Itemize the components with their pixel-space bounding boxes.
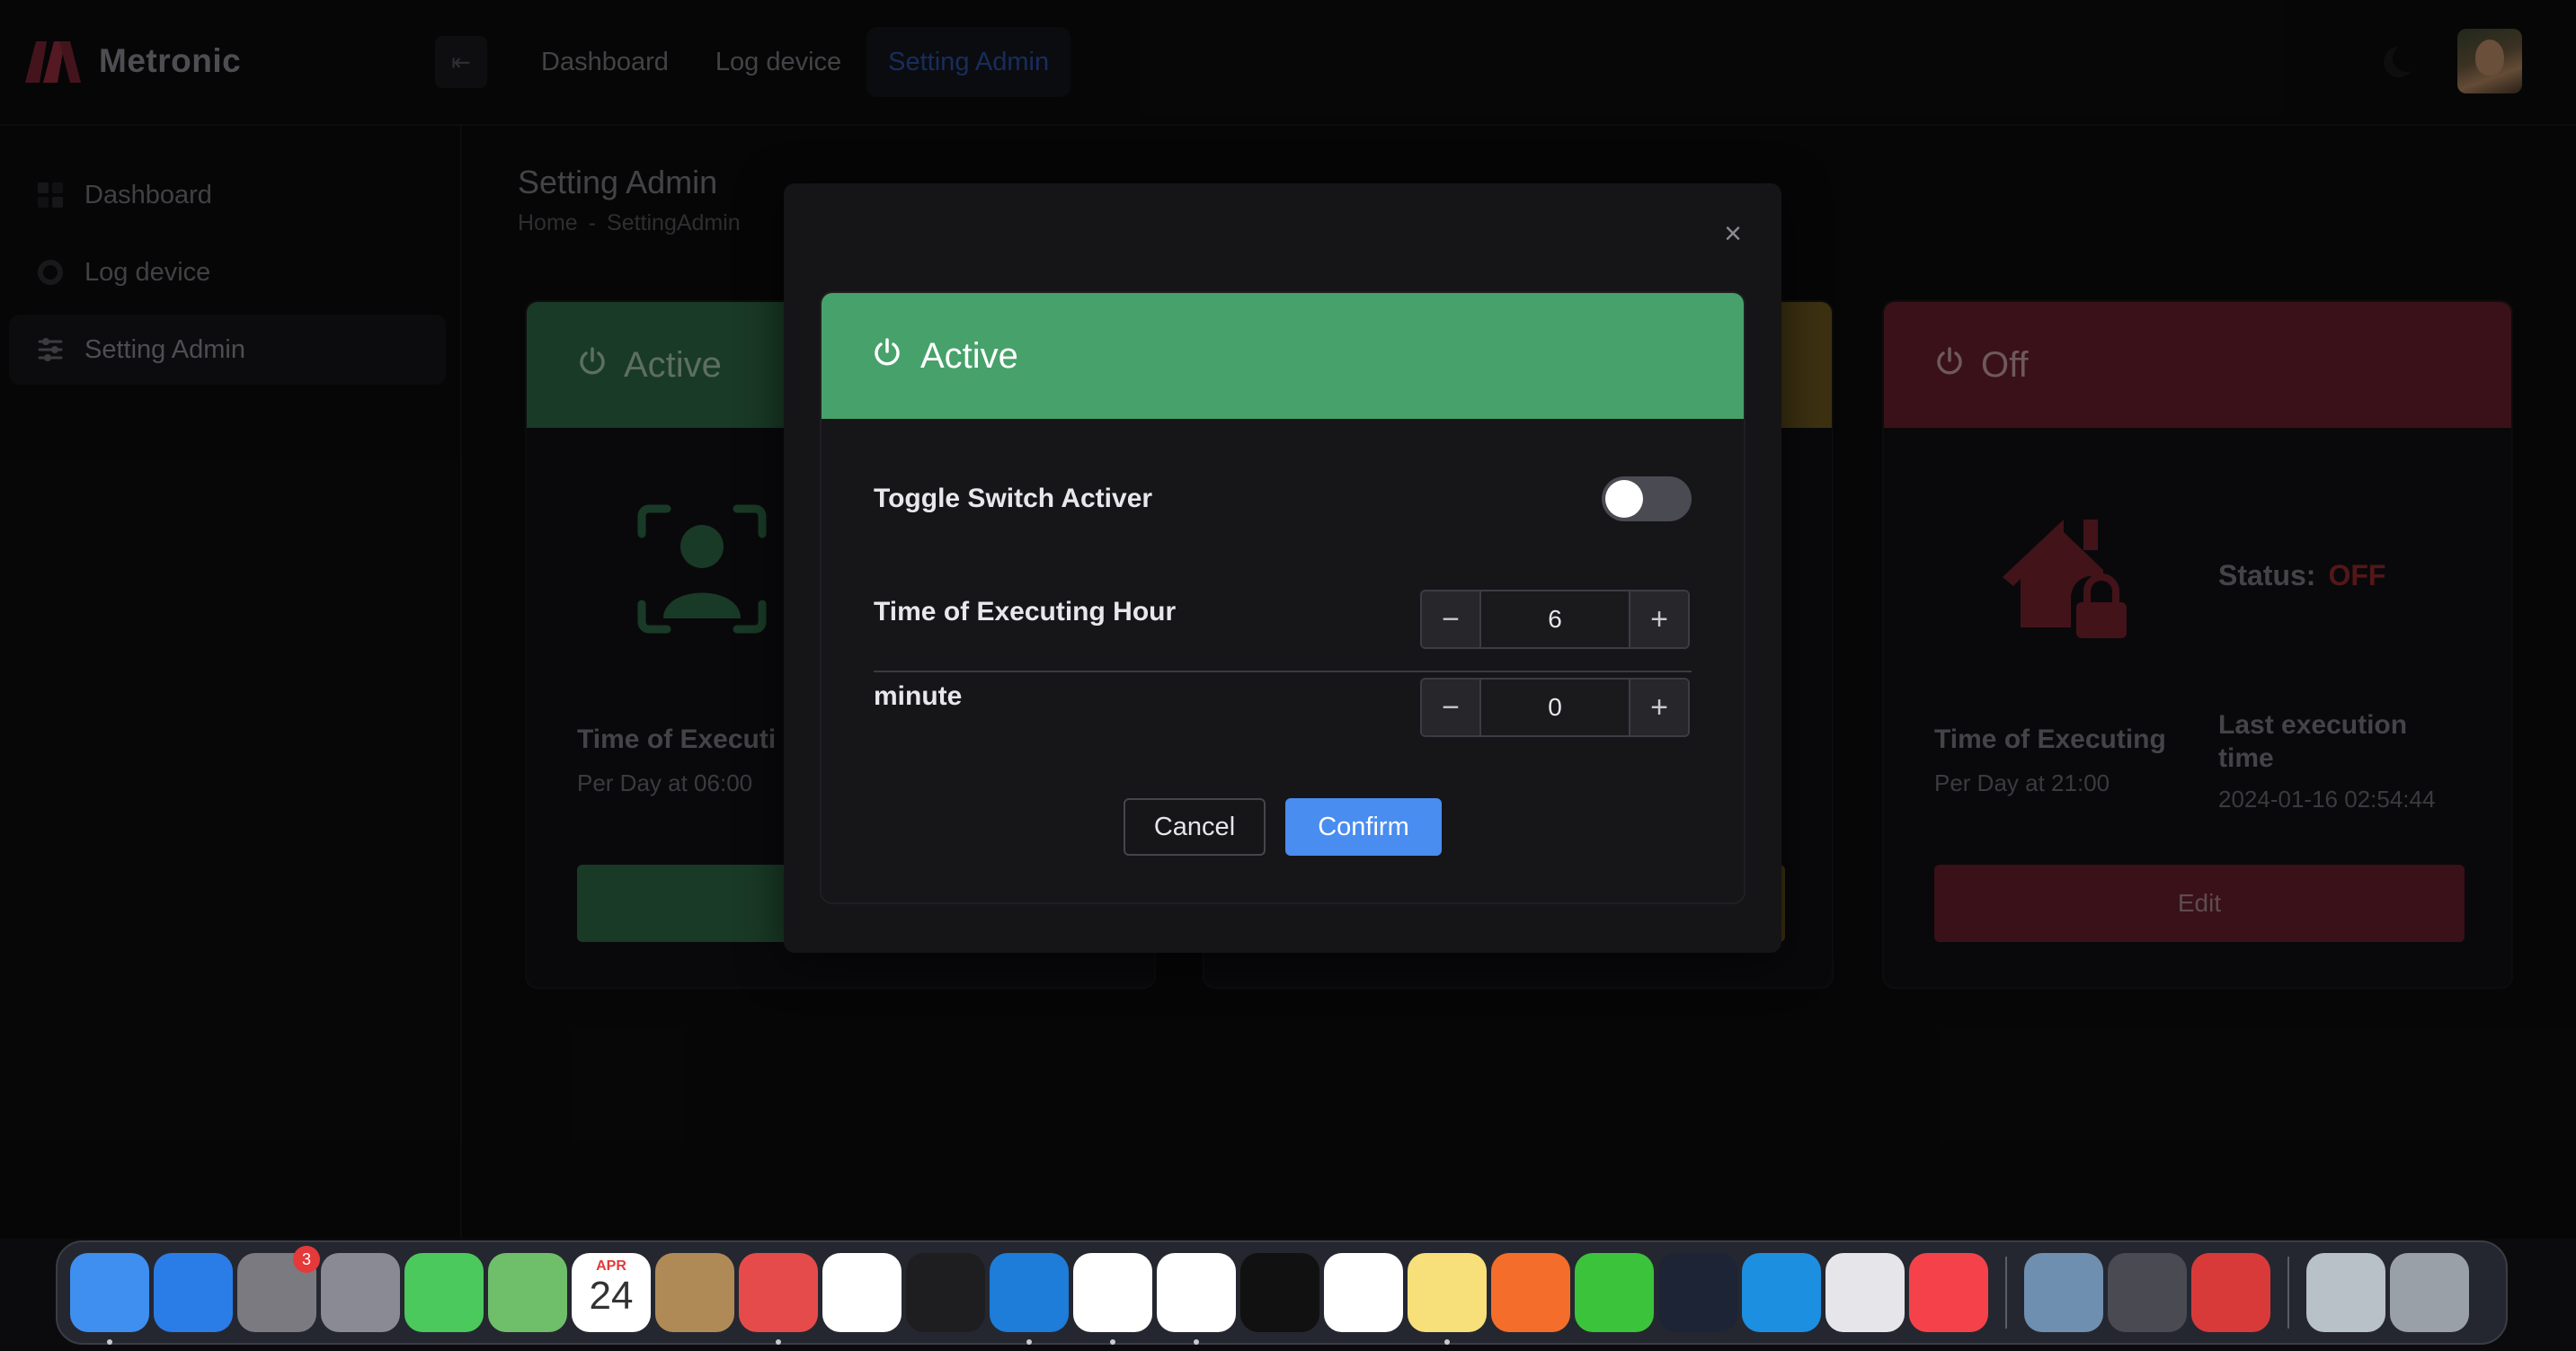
running-indicator bbox=[1110, 1339, 1115, 1345]
hour-increment-button[interactable]: + bbox=[1630, 591, 1688, 647]
xcode-instruments-icon[interactable] bbox=[1324, 1253, 1403, 1332]
mail-icon[interactable] bbox=[739, 1253, 818, 1345]
downloads-stack-icon[interactable] bbox=[2306, 1253, 2385, 1332]
docker-icon[interactable] bbox=[1742, 1253, 1821, 1332]
trash-icon[interactable] bbox=[2390, 1253, 2469, 1332]
postman-icon[interactable] bbox=[1491, 1253, 1570, 1332]
running-indicator bbox=[1444, 1339, 1450, 1345]
toggle-label: Toggle Switch Activer bbox=[874, 484, 1153, 513]
dock-separator bbox=[2287, 1257, 2289, 1329]
hour-stepper: − 6 + bbox=[1420, 590, 1690, 649]
photo-booth-icon[interactable] bbox=[2191, 1253, 2270, 1332]
running-indicator bbox=[776, 1339, 781, 1345]
mongodb-compass-icon[interactable] bbox=[822, 1253, 902, 1332]
contacts-icon[interactable] bbox=[655, 1253, 734, 1332]
divider bbox=[874, 671, 1692, 672]
close-icon[interactable]: × bbox=[1715, 216, 1751, 252]
dock-separator bbox=[2005, 1257, 2007, 1329]
minute-label: minute bbox=[874, 681, 963, 711]
running-indicator bbox=[1194, 1339, 1199, 1345]
messages-icon[interactable] bbox=[404, 1253, 484, 1332]
calendar-month: APR bbox=[596, 1258, 626, 1274]
cancel-button[interactable]: Cancel bbox=[1124, 798, 1266, 856]
powershell-icon[interactable] bbox=[1658, 1253, 1737, 1332]
modal-status-title: Active bbox=[920, 335, 1018, 376]
hour-input[interactable]: 6 bbox=[1479, 591, 1630, 647]
app-window: Metronic ⇤ Dashboard Log device Setting … bbox=[0, 0, 2576, 1239]
notification-badge: 3 bbox=[293, 1246, 320, 1273]
macos-dock: 3 APR 24 bbox=[56, 1240, 2508, 1345]
line-icon[interactable] bbox=[1575, 1253, 1654, 1332]
vscode-icon[interactable] bbox=[1157, 1253, 1236, 1345]
running-indicator bbox=[1026, 1339, 1032, 1345]
minute-increment-button[interactable]: + bbox=[1630, 680, 1688, 735]
hour-decrement-button[interactable]: − bbox=[1422, 591, 1479, 647]
maps-icon[interactable] bbox=[488, 1253, 567, 1332]
calendar-day: 24 bbox=[589, 1274, 634, 1318]
calendar-icon[interactable]: APR 24 bbox=[572, 1253, 651, 1332]
launchpad-icon[interactable] bbox=[321, 1253, 400, 1332]
app-store-icon[interactable] bbox=[154, 1253, 233, 1332]
system-settings-icon[interactable]: 3 bbox=[237, 1246, 320, 1332]
toggle-row: Toggle Switch Activer bbox=[874, 476, 1692, 521]
edit-schedule-modal: × Active Toggle Switch Activer Time of E… bbox=[784, 183, 1781, 953]
switch-knob bbox=[1605, 480, 1643, 518]
finder-icon[interactable] bbox=[70, 1253, 149, 1345]
minute-decrement-button[interactable]: − bbox=[1422, 680, 1479, 735]
terminal-icon[interactable] bbox=[906, 1253, 985, 1332]
notes-icon[interactable] bbox=[1408, 1253, 1487, 1345]
confirm-button[interactable]: Confirm bbox=[1285, 798, 1442, 856]
active-toggle-switch[interactable] bbox=[1602, 476, 1692, 521]
modal-card-header: Active bbox=[822, 293, 1744, 419]
minute-input[interactable]: 0 bbox=[1479, 680, 1630, 735]
hour-label: Time of Executing Hour bbox=[874, 597, 1177, 627]
chrome-icon[interactable] bbox=[1073, 1253, 1152, 1345]
minute-stepper: − 0 + bbox=[1420, 678, 1690, 737]
quicktime-icon[interactable] bbox=[2108, 1253, 2187, 1332]
edge-icon[interactable] bbox=[990, 1253, 1069, 1345]
power-icon bbox=[872, 336, 902, 377]
running-indicator bbox=[107, 1339, 112, 1345]
intellij-icon[interactable] bbox=[1240, 1253, 1319, 1332]
music-icon[interactable] bbox=[1909, 1253, 1988, 1332]
pgadmin-icon[interactable] bbox=[1825, 1253, 1905, 1332]
modal-card: Active Toggle Switch Activer Time of Exe… bbox=[820, 291, 1745, 904]
preview-icon[interactable] bbox=[2024, 1253, 2103, 1332]
